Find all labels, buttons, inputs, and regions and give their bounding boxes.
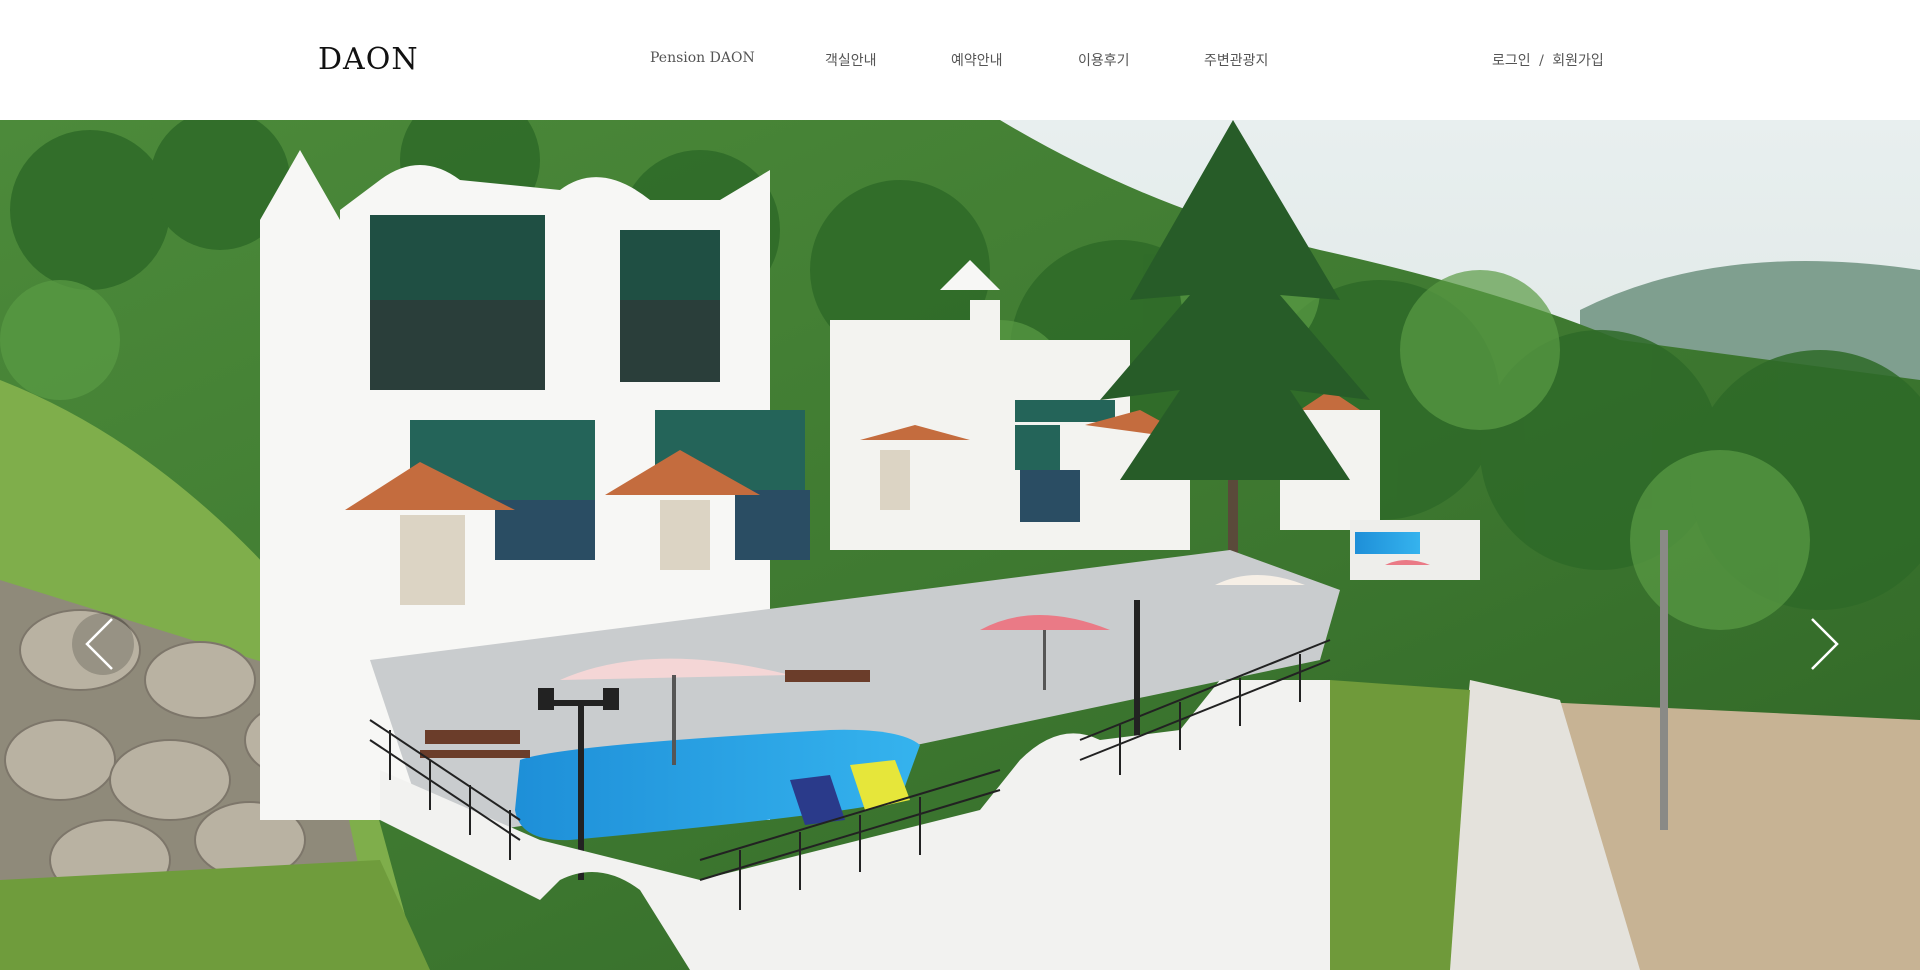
site-header: DAON Pension DAON 객실안내 예약안내 이용후기 주변관광지 로…: [0, 0, 1920, 120]
chevron-left-icon: [72, 613, 134, 675]
chevron-right-icon: [1811, 618, 1839, 670]
hero-slider: [0, 120, 1920, 970]
slider-next-button[interactable]: [1790, 613, 1852, 675]
nav-item-attractions[interactable]: 주변관광지: [1204, 50, 1268, 70]
signup-link[interactable]: 회원가입: [1552, 53, 1604, 69]
nav-item-reservation[interactable]: 예약안내: [951, 50, 1003, 70]
pension-villa-photo: [0, 120, 1920, 970]
auth-separator: /: [1539, 53, 1544, 69]
site-logo[interactable]: DAON: [318, 42, 419, 77]
login-link[interactable]: 로그인: [1492, 53, 1531, 69]
nav-item-reviews[interactable]: 이용후기: [1078, 50, 1130, 70]
slider-prev-button[interactable]: [72, 613, 134, 675]
nav-item-rooms[interactable]: 객실안내: [825, 50, 877, 70]
auth-links: 로그인 / 회원가입: [1492, 50, 1604, 70]
nav-item-pension-daon[interactable]: Pension DAON: [650, 50, 755, 66]
